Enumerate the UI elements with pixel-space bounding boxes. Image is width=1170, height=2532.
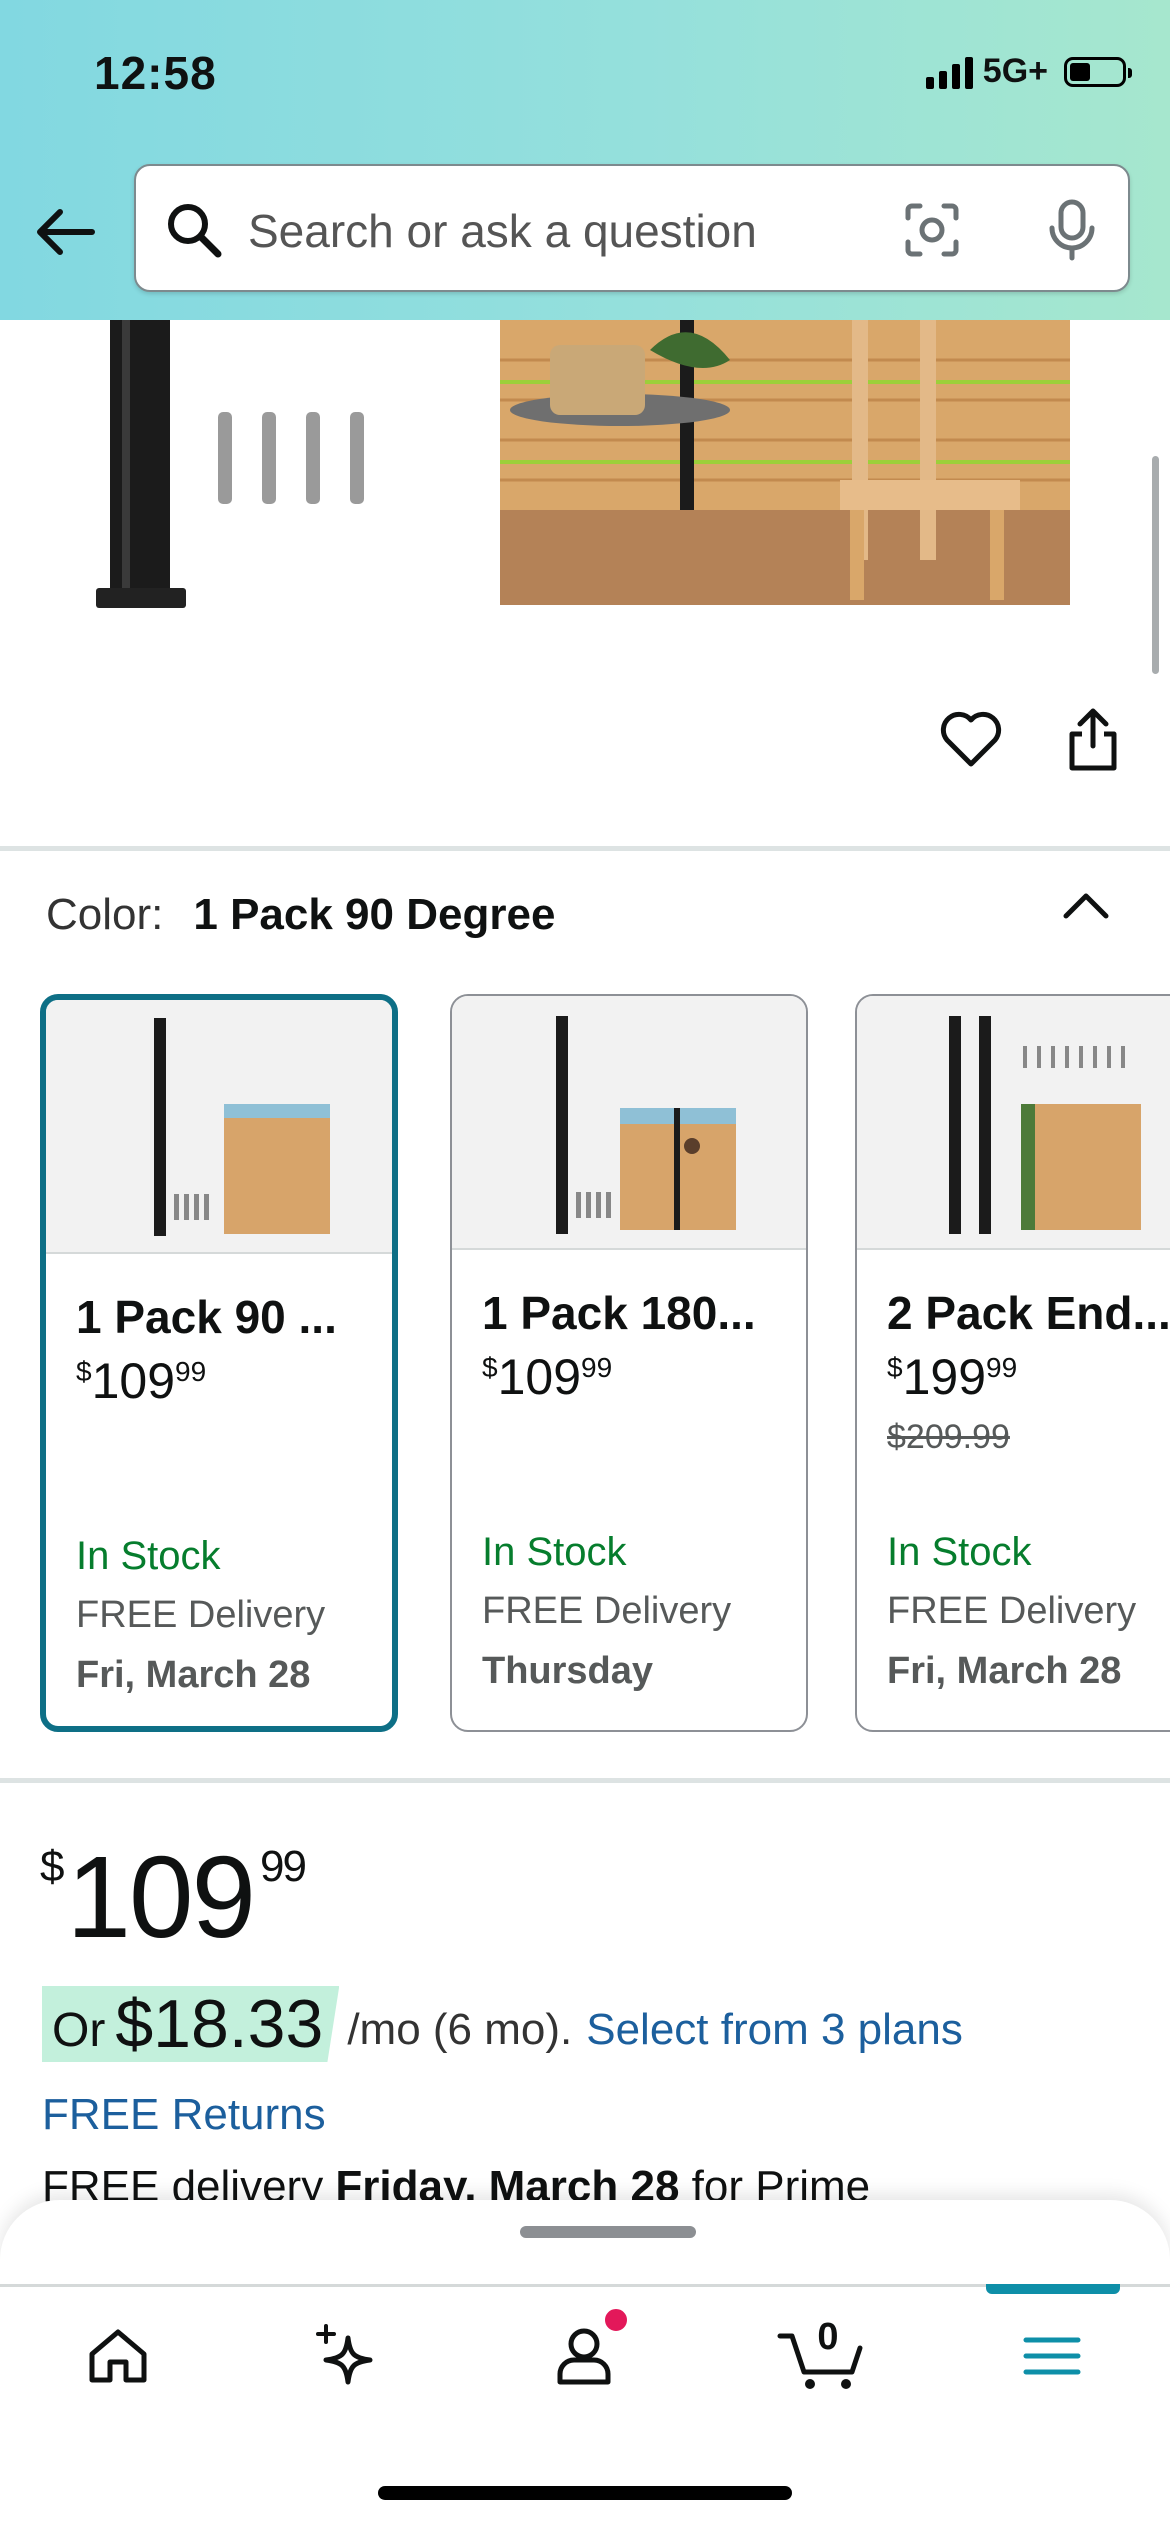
cart-count: 0	[817, 2316, 839, 2358]
sparkle-icon[interactable]	[312, 2320, 384, 2392]
delivery-label: FREE Delivery	[887, 1590, 1137, 1632]
select-plans-link[interactable]: Select from 3 plans	[586, 2005, 963, 2055]
installment-or: Or	[52, 2003, 106, 2057]
option-thumbnail	[46, 1000, 392, 1254]
color-label: Color:	[46, 890, 164, 939]
delivery-label: FREE Delivery	[482, 1590, 732, 1632]
installment-row: Or $18.33 /mo (6 mo). Select from 3 plan…	[42, 1986, 963, 2062]
menu-icon[interactable]	[1016, 2320, 1088, 2392]
network-label: 5G+	[982, 52, 1048, 90]
home-indicator	[378, 2486, 792, 2500]
search-input[interactable]: Search or ask a question	[134, 164, 1130, 292]
microphone-icon[interactable]	[1042, 198, 1102, 262]
delivery-label: FREE Delivery	[76, 1594, 326, 1636]
option-image	[949, 1016, 1141, 1234]
search-placeholder: Search or ask a question	[248, 205, 757, 257]
stock-status: In Stock	[482, 1530, 627, 1574]
list-price: $209.99	[887, 1418, 1010, 1456]
divider	[0, 846, 1170, 851]
status-time: 12:58	[94, 47, 217, 99]
option-price: $10999	[76, 1353, 207, 1409]
option-image	[154, 1018, 330, 1236]
stock-status: In Stock	[887, 1530, 1032, 1574]
option-thumbnail	[452, 996, 806, 1250]
option-price: $19999	[887, 1349, 1018, 1405]
heart-icon[interactable]	[938, 708, 1004, 770]
divider	[0, 1778, 1170, 1783]
installment-amount: $18.33	[115, 1986, 324, 2062]
stock-status: In Stock	[76, 1534, 221, 1578]
back-arrow-icon[interactable]	[34, 200, 98, 264]
color-option-card[interactable]: 1 Pack 90 ... $10999 In Stock FREE Deliv…	[40, 994, 398, 1732]
product-price: $109 99	[40, 1832, 307, 1962]
search-icon	[168, 204, 222, 258]
color-option-card[interactable]: 2 Pack End... $19999 $209.99 In Stock FR…	[855, 994, 1170, 1732]
chevron-up-icon[interactable]	[1056, 886, 1116, 926]
home-icon[interactable]	[82, 2320, 154, 2392]
option-image	[556, 1016, 736, 1234]
signal-icon	[925, 55, 973, 89]
installment-term: /mo (6 mo).	[347, 2005, 573, 2054]
header: 12:58 5G+ Search or ask a question	[0, 0, 1170, 320]
camera-lens-icon[interactable]	[902, 200, 962, 260]
installment-highlight: Or $18.33	[42, 1986, 340, 2062]
delivery-date: Thursday	[482, 1650, 654, 1692]
option-thumbnail	[857, 996, 1170, 1250]
share-icon[interactable]	[1062, 706, 1124, 774]
status-indicators: 5G+	[925, 52, 1132, 91]
color-option-card[interactable]: 1 Pack 180... $10999 In Stock FREE Deliv…	[450, 994, 808, 1732]
product-lifestyle-image	[500, 320, 1070, 605]
color-selector-header: Color: 1 Pack 90 Degree	[46, 890, 555, 940]
option-title: 2 Pack End...	[887, 1287, 1170, 1339]
option-title: 1 Pack 90 ...	[76, 1291, 337, 1343]
color-value: 1 Pack 90 Degree	[193, 890, 556, 939]
battery-icon	[1064, 56, 1132, 87]
option-price: $10999	[482, 1349, 613, 1405]
delivery-date: Fri, March 28	[76, 1654, 311, 1696]
option-title: 1 Pack 180...	[482, 1287, 756, 1339]
product-post-image	[96, 320, 364, 608]
active-tab-indicator	[986, 2284, 1120, 2294]
free-returns-link[interactable]: FREE Returns	[42, 2090, 326, 2140]
scroll-indicator	[1152, 456, 1159, 674]
sheet-grabber[interactable]	[520, 2226, 696, 2238]
notification-dot	[602, 2306, 630, 2334]
delivery-date: Fri, March 28	[887, 1650, 1122, 1692]
